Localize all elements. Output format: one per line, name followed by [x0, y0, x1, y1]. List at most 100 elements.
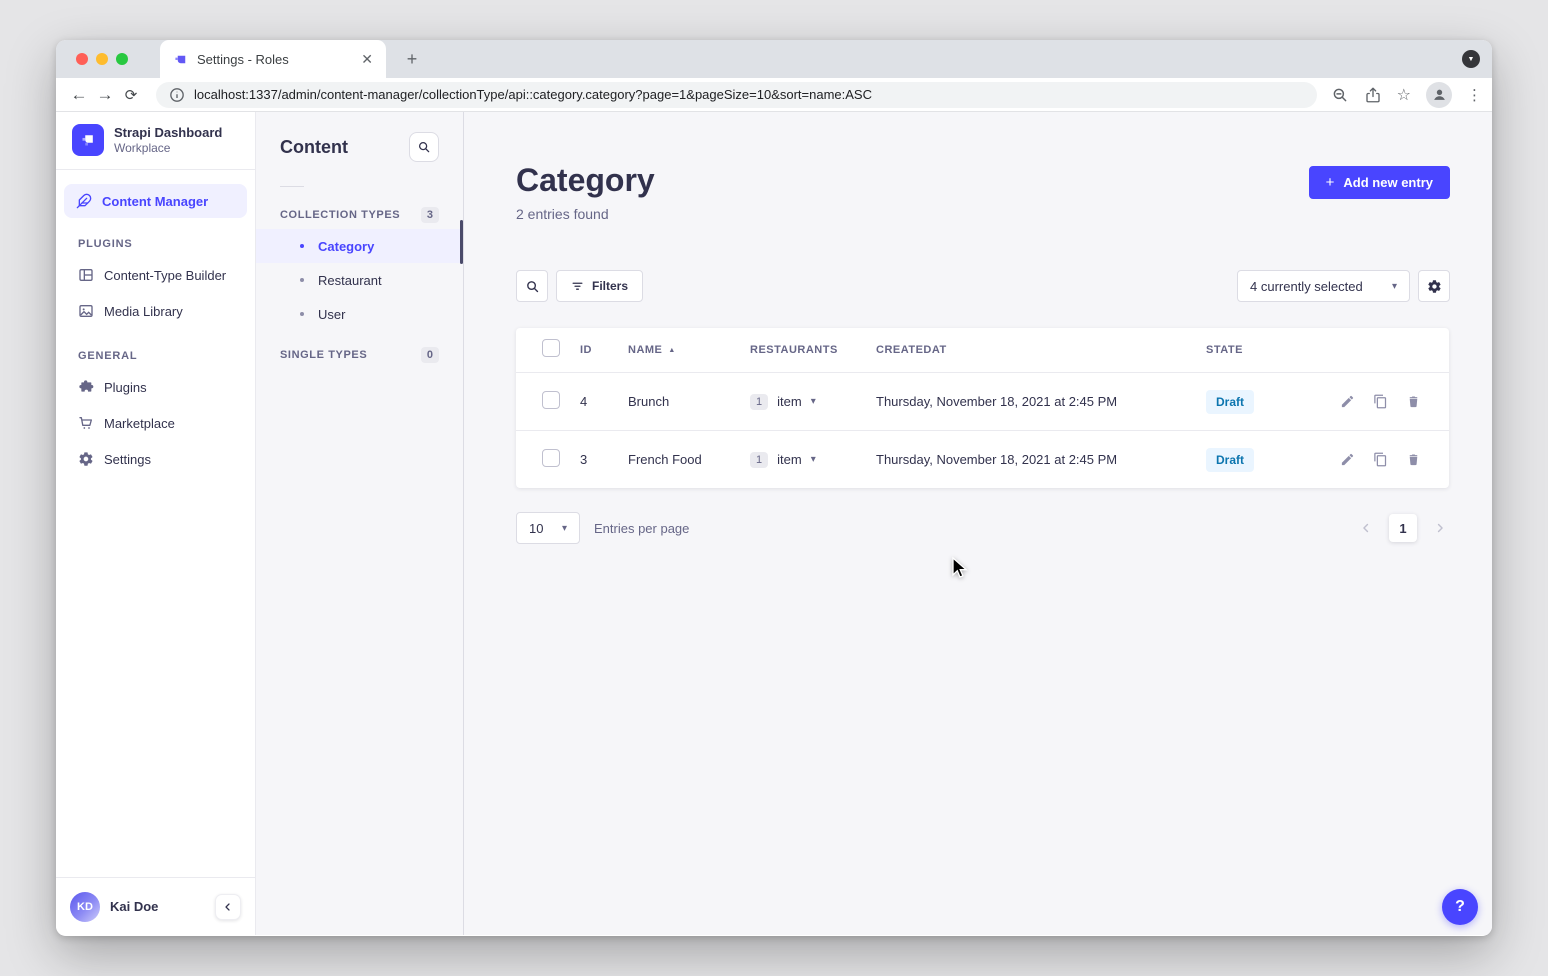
- column-header-id[interactable]: ID: [580, 344, 628, 356]
- cart-icon: [78, 415, 94, 431]
- sidebar-item-content-manager[interactable]: Content Manager: [64, 184, 247, 218]
- restaurants-count-badge: 1: [750, 394, 768, 410]
- duplicate-icon[interactable]: [1373, 394, 1388, 409]
- fields-selected-dropdown[interactable]: 4 currently selected ▾: [1237, 270, 1410, 302]
- browser-actions: ☆ ⋮: [1331, 82, 1482, 108]
- zoom-out-icon[interactable]: [1331, 86, 1349, 104]
- scrollbar-thumb[interactable]: [460, 220, 463, 264]
- subnav-title: Content: [280, 137, 348, 158]
- row-actions: [1319, 394, 1449, 409]
- chevron-right-icon: [1433, 521, 1447, 535]
- table-row[interactable]: 4 Brunch 1 item ▾ Thursday, November 18,…: [516, 372, 1449, 430]
- strapi-logo-icon: [72, 124, 104, 156]
- chevron-down-icon[interactable]: ▾: [811, 396, 816, 407]
- sidebar-item-label: Marketplace: [104, 416, 175, 431]
- share-icon[interactable]: [1364, 86, 1382, 104]
- layout-icon: [78, 267, 94, 283]
- cell-restaurants[interactable]: 1 item ▾: [750, 394, 876, 410]
- subnav-item-category[interactable]: Category: [256, 229, 463, 263]
- sidebar-item-plugins[interactable]: Plugins: [64, 370, 247, 404]
- address-bar[interactable]: localhost:1337/admin/content-manager/col…: [156, 82, 1317, 108]
- row-checkbox[interactable]: [542, 391, 560, 409]
- table-search-button[interactable]: [516, 270, 548, 302]
- row-checkbox[interactable]: [542, 449, 560, 467]
- subnav-item-label: Restaurant: [318, 273, 382, 288]
- chevron-left-icon: [222, 901, 234, 913]
- restaurants-count-badge: 1: [750, 452, 768, 468]
- next-page-button[interactable]: [1431, 519, 1449, 537]
- reload-icon[interactable]: ⟳: [118, 86, 144, 104]
- filter-icon: [571, 280, 584, 293]
- url-text: localhost:1337/admin/content-manager/col…: [194, 87, 872, 102]
- page-size-value: 10: [529, 521, 543, 536]
- minimize-window-button[interactable]: [96, 53, 108, 65]
- column-header-createdat[interactable]: CREATEDAT: [876, 344, 1206, 356]
- sidebar-item-settings[interactable]: Settings: [64, 442, 247, 476]
- back-icon[interactable]: ←: [66, 85, 92, 105]
- chevron-down-icon[interactable]: ▾: [811, 454, 816, 465]
- user-name: Kai Doe: [110, 899, 158, 914]
- browser-tab[interactable]: Settings - Roles ✕: [160, 40, 386, 78]
- trash-icon[interactable]: [1406, 394, 1421, 409]
- column-header-state[interactable]: STATE: [1206, 344, 1319, 356]
- add-new-entry-button[interactable]: + Add new entry: [1309, 166, 1450, 199]
- info-icon[interactable]: [168, 86, 186, 104]
- restaurants-unit: item: [777, 452, 802, 467]
- bookmark-star-icon[interactable]: ☆: [1397, 85, 1411, 105]
- previous-page-button[interactable]: [1357, 519, 1375, 537]
- view-settings-button[interactable]: [1418, 270, 1450, 302]
- zoom-window-button[interactable]: [116, 53, 128, 65]
- trash-icon[interactable]: [1406, 452, 1421, 467]
- entries-per-page-label: Entries per page: [594, 521, 689, 536]
- column-header-restaurants[interactable]: RESTAURANTS: [750, 344, 876, 356]
- select-all-checkbox[interactable]: [542, 339, 560, 357]
- column-header-name[interactable]: NAME▲: [628, 344, 750, 356]
- subnav-search-button[interactable]: [409, 132, 439, 162]
- page-size-dropdown[interactable]: 10 ▾: [516, 512, 580, 544]
- search-icon: [525, 279, 540, 294]
- sidebar-item-label: Media Library: [104, 304, 183, 319]
- gear-icon: [1427, 279, 1442, 294]
- help-button[interactable]: ?: [1442, 889, 1478, 925]
- state-badge: Draft: [1206, 448, 1254, 472]
- sidebar-item-label: Settings: [104, 452, 151, 467]
- user-avatar[interactable]: KD: [70, 892, 100, 922]
- forward-icon[interactable]: →: [92, 85, 118, 105]
- sidebar-item-marketplace[interactable]: Marketplace: [64, 406, 247, 440]
- close-window-button[interactable]: [76, 53, 88, 65]
- main-sidebar: Strapi Dashboard Workplace Content Manag…: [56, 112, 256, 935]
- single-types-count-badge: 0: [421, 347, 439, 363]
- duplicate-icon[interactable]: [1373, 452, 1388, 467]
- brand-block[interactable]: Strapi Dashboard Workplace: [56, 112, 255, 170]
- sidebar-item-content-type-builder[interactable]: Content-Type Builder: [64, 258, 247, 292]
- filters-button[interactable]: Filters: [556, 270, 643, 302]
- subnav-item-restaurant[interactable]: Restaurant: [256, 263, 463, 297]
- sidebar-item-media-library[interactable]: Media Library: [64, 294, 247, 328]
- current-page-indicator[interactable]: 1: [1389, 514, 1417, 542]
- new-tab-button[interactable]: +: [400, 48, 424, 72]
- table-row[interactable]: 3 French Food 1 item ▾ Thursday, Novembe…: [516, 430, 1449, 488]
- strapi-favicon-icon: [174, 52, 189, 67]
- sidebar-item-label: Content Manager: [102, 194, 208, 209]
- entries-table: ID NAME▲ RESTAURANTS CREATEDAT STATE 4 B…: [516, 328, 1449, 488]
- collapse-sidebar-button[interactable]: [215, 894, 241, 920]
- single-types-heading: SINGLE TYPES: [280, 349, 367, 361]
- cell-restaurants[interactable]: 1 item ▾: [750, 452, 876, 468]
- sidebar-section-general: GENERAL: [78, 350, 255, 362]
- subnav-item-user[interactable]: User: [256, 297, 463, 331]
- puzzle-icon: [78, 379, 94, 395]
- sort-asc-icon: ▲: [668, 347, 675, 354]
- add-new-entry-label: Add new entry: [1343, 175, 1433, 190]
- profile-avatar-icon[interactable]: [1426, 82, 1452, 108]
- browser-menu-icon[interactable]: ⋮: [1467, 86, 1482, 104]
- tab-search-icon[interactable]: ▼: [1462, 50, 1480, 68]
- cell-id: 4: [580, 394, 628, 409]
- tab-close-icon[interactable]: ✕: [358, 51, 376, 68]
- search-icon: [417, 140, 431, 154]
- content-subnav: Content COLLECTION TYPES 3 Category Rest…: [256, 112, 464, 935]
- browser-toolbar: ← → ⟳ localhost:1337/admin/content-manag…: [56, 78, 1492, 112]
- fields-selected-value: 4 currently selected: [1250, 279, 1363, 294]
- edit-pencil-icon[interactable]: [1340, 452, 1355, 467]
- edit-pencil-icon[interactable]: [1340, 394, 1355, 409]
- brand-title: Strapi Dashboard: [114, 125, 222, 141]
